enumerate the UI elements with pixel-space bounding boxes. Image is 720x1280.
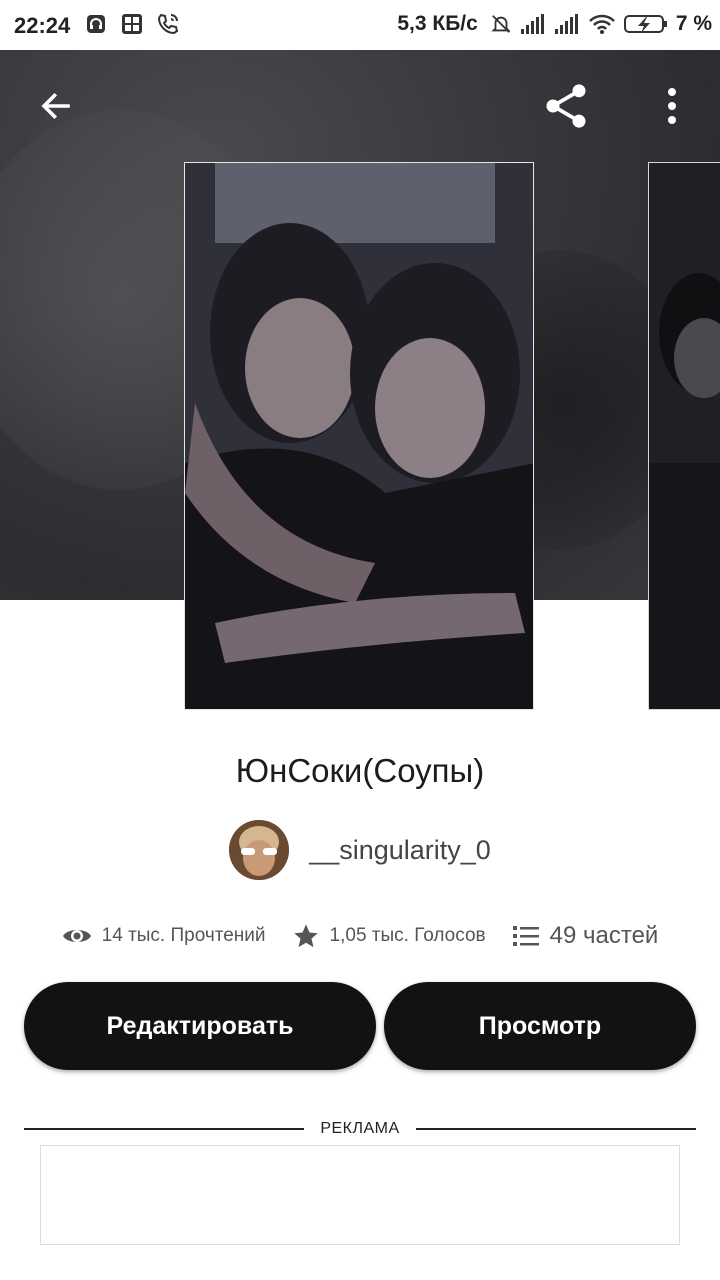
parts-count: 49 частей <box>549 922 659 949</box>
next-cover-image[interactable] <box>648 162 720 710</box>
reads-count: 14 тыс. Прочтений <box>101 925 266 946</box>
parts-stat: 49 частей <box>512 922 659 950</box>
cover-photo <box>185 163 533 709</box>
eye-icon <box>62 930 91 942</box>
votes-count: 1,05 тыс. Голосов <box>329 925 486 946</box>
avatar-photo <box>229 820 290 880</box>
preview-button[interactable]: Просмотр <box>384 982 696 1070</box>
story-title: ЮнСоки(Соупы) <box>235 752 485 789</box>
share-button[interactable] <box>538 78 594 134</box>
votes-stat: 1,05 тыс. Голосов <box>292 922 486 950</box>
back-button[interactable] <box>28 78 84 134</box>
author-row[interactable]: __singularity_0 <box>0 820 720 880</box>
story-stats: 14 тыс. Прочтений 1,05 тыс. Голосов 49 ч… <box>0 916 720 956</box>
star-icon <box>293 924 318 948</box>
more-options-button[interactable] <box>644 78 700 134</box>
story-cover-image[interactable] <box>184 162 534 710</box>
arrow-left-icon <box>41 92 70 120</box>
ad-header: РЕКЛАМА <box>24 1118 696 1140</box>
edit-button[interactable]: Редактировать <box>24 982 376 1070</box>
ad-divider-right <box>416 1128 696 1130</box>
status-bar: 22:24 5,3 КБ/с 7 % <box>0 0 720 50</box>
ad-slot[interactable] <box>40 1145 680 1245</box>
mute-bell-icon <box>491 15 511 33</box>
phone-call-icon <box>157 13 179 35</box>
signal-icon <box>520 14 544 34</box>
more-vertical-icon <box>668 88 676 124</box>
author-name[interactable]: __singularity_0 <box>309 835 491 866</box>
share-icon <box>546 84 586 128</box>
list-icon <box>512 926 539 946</box>
next-cover-photo <box>649 163 720 709</box>
grid-app-icon <box>122 14 142 34</box>
headset-icon <box>87 15 105 33</box>
author-avatar[interactable] <box>229 820 290 880</box>
battery-charging-icon <box>623 15 667 33</box>
status-time: 22:24 <box>14 13 71 38</box>
reads-stat: 14 тыс. Прочтений <box>62 925 266 947</box>
signal-icon-2 <box>554 14 578 34</box>
wifi-icon <box>588 14 615 34</box>
battery-percent: 7 % <box>675 12 712 35</box>
network-speed: 5,3 КБ/с <box>397 12 478 35</box>
